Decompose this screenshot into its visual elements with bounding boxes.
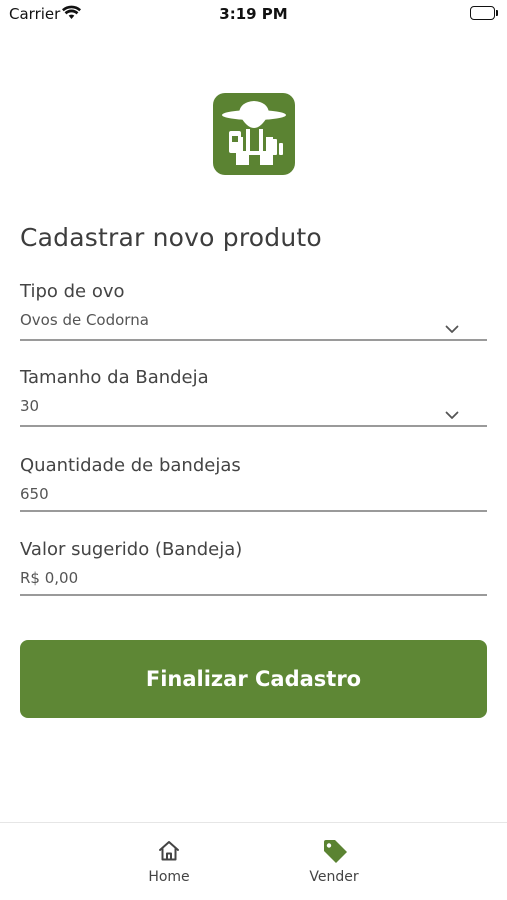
tray-size-select[interactable]: Tamanho da Bandeja 30 <box>20 367 487 429</box>
tab-home-label: Home <box>148 869 190 885</box>
suggested-price-field[interactable]: Valor sugerido (Bandeja) R$ 0,00 <box>20 539 487 601</box>
field-underline <box>20 425 487 427</box>
finish-registration-button[interactable]: Finalizar Cadastro <box>20 640 487 718</box>
page-title: Cadastrar novo produto <box>20 223 322 252</box>
field-underline <box>20 510 487 512</box>
tab-sell[interactable]: Vender <box>274 823 394 900</box>
screen: Carrier 3:19 PM Cadastrar novo produto T… <box>0 0 507 900</box>
battery-icon <box>470 6 498 20</box>
tray-size-label: Tamanho da Bandeja <box>20 367 209 388</box>
tray-quantity-field[interactable]: Quantidade de bandejas 650 <box>20 455 487 517</box>
field-underline <box>20 594 487 596</box>
tab-sell-label: Vender <box>309 869 359 885</box>
field-underline <box>20 339 487 341</box>
chevron-down-icon[interactable] <box>445 319 459 338</box>
home-icon <box>157 839 181 863</box>
tab-bar: Home Vender <box>0 822 507 900</box>
farmer-logo-icon <box>213 93 295 175</box>
clock: 3:19 PM <box>219 5 288 23</box>
tray-quantity-input[interactable]: 650 <box>20 485 49 503</box>
egg-type-select[interactable]: Tipo de ovo Ovos de Codorna <box>20 281 487 343</box>
tray-size-value[interactable]: 30 <box>20 397 39 415</box>
egg-type-label: Tipo de ovo <box>20 281 125 302</box>
egg-type-value[interactable]: Ovos de Codorna <box>20 311 149 329</box>
tray-quantity-label: Quantidade de bandejas <box>20 455 241 476</box>
suggested-price-input[interactable]: R$ 0,00 <box>20 569 78 587</box>
tab-home[interactable]: Home <box>109 823 229 900</box>
status-bar: Carrier 3:19 PM <box>0 0 507 30</box>
chevron-down-icon[interactable] <box>445 405 459 424</box>
suggested-price-label: Valor sugerido (Bandeja) <box>20 539 243 560</box>
tag-icon <box>322 839 347 863</box>
